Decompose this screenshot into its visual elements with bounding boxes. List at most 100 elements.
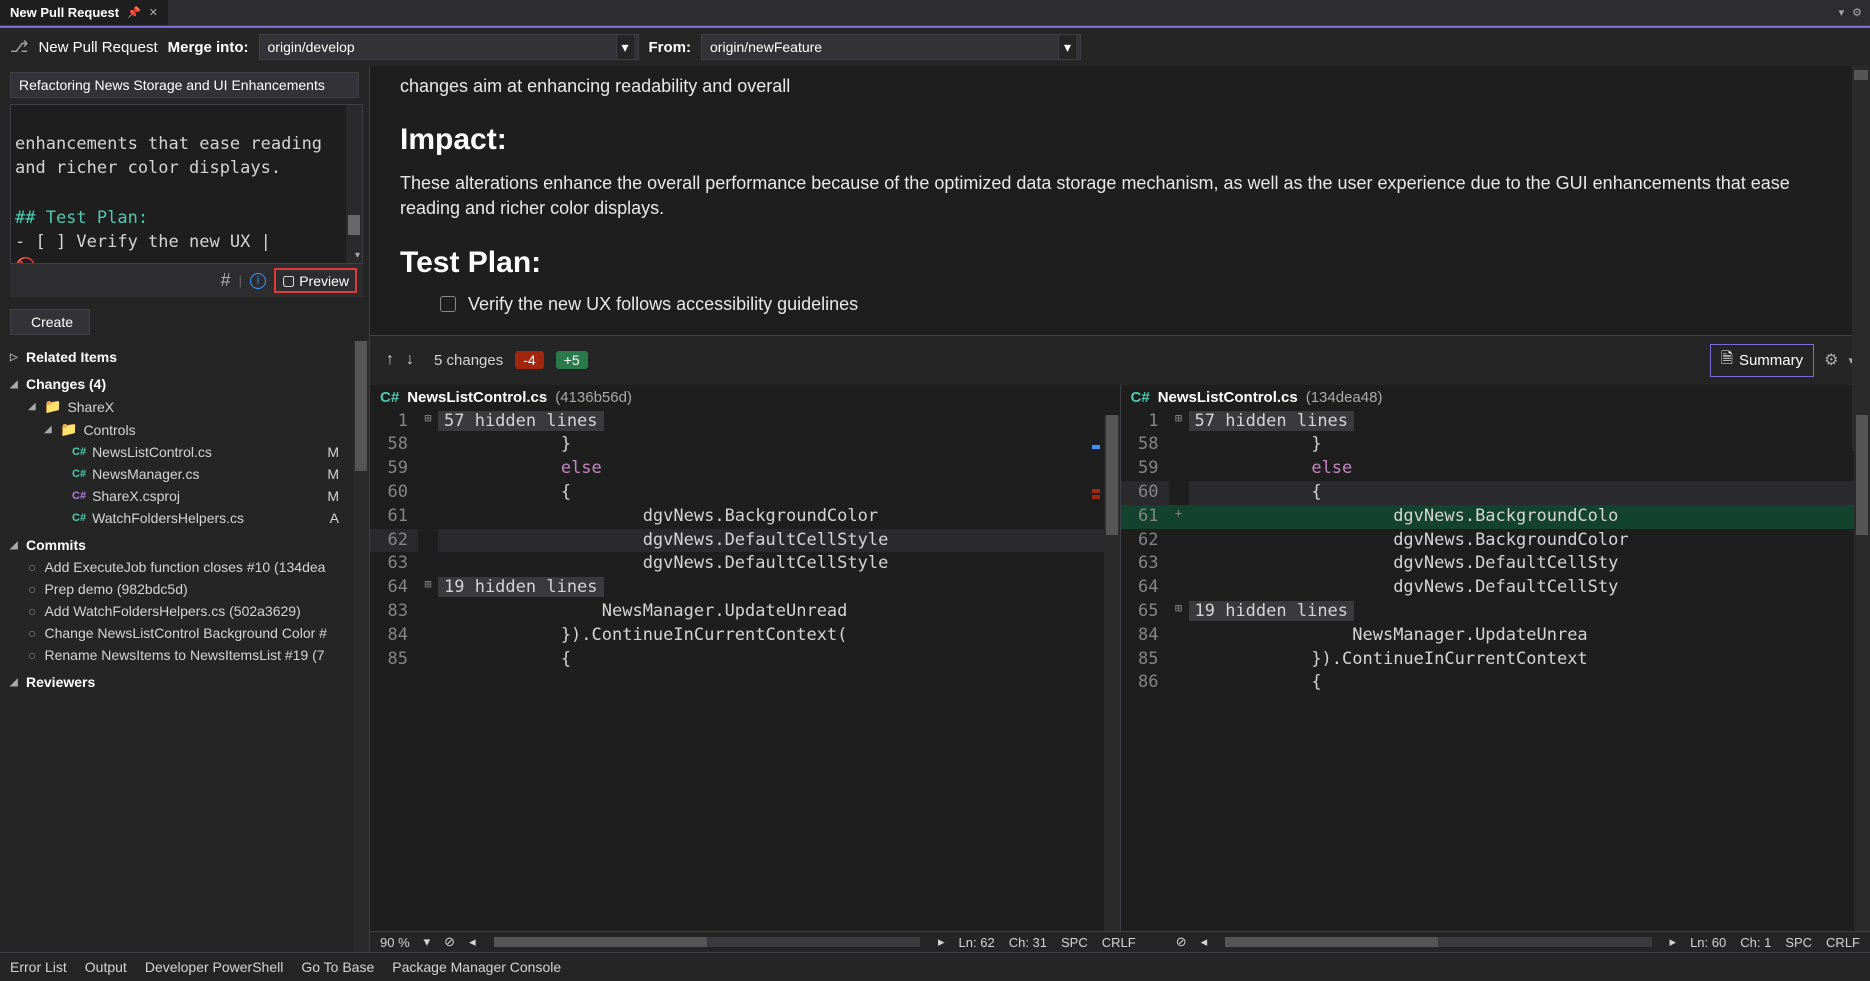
code-line[interactable]: 60 { xyxy=(370,481,1120,505)
code-line[interactable]: 84 NewsManager.UpdateUnrea xyxy=(1121,624,1870,648)
file-item[interactable]: C#NewsListControl.csM xyxy=(0,441,369,463)
code-line[interactable]: 83 NewsManager.UpdateUnread xyxy=(370,600,1120,624)
code-line[interactable]: 65⊞19 hidden lines xyxy=(1121,600,1870,624)
folder-icon: 📁 xyxy=(44,398,61,415)
diff-status-bar: 90 % ▾ ⊘ ◂▸ Ln: 62 Ch: 31 SPC CRLF ⊘ ◂▸ … xyxy=(370,931,1870,952)
tab-title: New Pull Request xyxy=(10,5,119,20)
pr-header: ⎇ New Pull Request Merge into: origin/de… xyxy=(0,28,1870,66)
pr-description-editor[interactable]: enhancements that ease reading and riche… xyxy=(10,104,363,264)
no-issues-icon[interactable]: ⊘ xyxy=(1176,934,1187,950)
code-line[interactable]: 63 dgvNews.DefaultCellSty xyxy=(1121,552,1870,576)
pin-icon[interactable]: 📌 xyxy=(127,6,141,19)
related-items-section[interactable]: ▷Related Items xyxy=(0,341,369,368)
diff-pane-right: C# NewsListControl.cs (134dea48) 1⊞57 hi… xyxy=(1121,385,1870,931)
diff-panes: C# NewsListControl.cs (4136b56d) 1⊞57 hi… xyxy=(370,385,1870,931)
h-scrollbar[interactable] xyxy=(1225,937,1651,947)
test-plan-heading: Test Plan: xyxy=(400,246,1840,280)
tool-tab[interactable]: Developer PowerShell xyxy=(145,959,284,975)
scrollbar[interactable] xyxy=(1854,415,1870,931)
csharp-icon: C# xyxy=(1131,389,1150,406)
commit-dot-icon: ○ xyxy=(28,581,36,597)
left-panel: enhancements that ease reading and riche… xyxy=(0,66,370,952)
commits-section[interactable]: ◢Commits xyxy=(0,529,369,556)
code-line[interactable]: 61 dgvNews.BackgroundColor xyxy=(370,505,1120,529)
code-line[interactable]: 85 }).ContinueInCurrentContext xyxy=(1121,648,1870,672)
file-item[interactable]: C#ShareX.csprojM xyxy=(0,485,369,507)
code-line[interactable]: 62 dgvNews.DefaultCellStyle xyxy=(370,529,1120,553)
scrollbar[interactable]: ▾ xyxy=(346,105,362,263)
from-label: From: xyxy=(649,39,692,56)
prev-change-button[interactable]: ↑ xyxy=(386,351,394,369)
code-line[interactable]: 86 { xyxy=(1121,671,1870,695)
checkbox[interactable] xyxy=(440,296,456,312)
commit-item[interactable]: ○Change NewsListControl Background Color… xyxy=(0,622,369,644)
tool-tab[interactable]: Output xyxy=(85,959,127,975)
file-item[interactable]: C#WatchFoldersHelpers.csA xyxy=(0,507,369,529)
commit-item[interactable]: ○Rename NewsItems to NewsItemsList #19 (… xyxy=(0,644,369,666)
side-tree: ▷Related Items ◢Changes (4) ◢📁ShareX ◢📁C… xyxy=(0,341,369,952)
pr-title-input[interactable] xyxy=(10,72,359,98)
next-change-button[interactable]: ↓ xyxy=(406,351,414,369)
document-icon: 🗎 xyxy=(1721,348,1733,373)
folder-controls[interactable]: ◢📁Controls xyxy=(0,418,369,441)
reviewers-section[interactable]: ◢Reviewers xyxy=(0,666,369,693)
deletions-badge: -4 xyxy=(515,351,543,369)
gear-icon[interactable]: ⚙ xyxy=(1852,6,1862,19)
merge-into-select[interactable]: origin/develop ▾ xyxy=(259,34,639,60)
from-select[interactable]: origin/newFeature ▾ xyxy=(701,34,1081,60)
tool-tab[interactable]: Error List xyxy=(10,959,67,975)
code-line[interactable]: 62 dgvNews.BackgroundColor xyxy=(1121,529,1870,553)
commit-item[interactable]: ○Add ExecuteJob function closes #10 (134… xyxy=(0,556,369,578)
chevron-down-icon[interactable]: ▾ xyxy=(616,35,634,59)
chevron-down-icon[interactable]: ▾ xyxy=(1839,6,1845,19)
close-icon[interactable]: ✕ xyxy=(149,6,158,19)
bottom-tool-tabs: Error List Output Developer PowerShell Go T… xyxy=(0,952,1870,981)
code-line[interactable]: 60 { xyxy=(1121,481,1870,505)
copilot-icon: 🚫 xyxy=(15,257,36,263)
changes-section[interactable]: ◢Changes (4) xyxy=(0,368,369,395)
h-scrollbar[interactable] xyxy=(494,937,920,947)
zoom-level[interactable]: 90 % xyxy=(380,935,410,950)
csharp-icon: C# xyxy=(72,446,86,458)
code-line[interactable]: 59 else xyxy=(1121,457,1870,481)
code-line[interactable]: 58 } xyxy=(370,433,1120,457)
code-line[interactable]: 61+ dgvNews.BackgroundColo xyxy=(1121,505,1870,529)
changes-count: 5 changes xyxy=(434,352,503,369)
code-line[interactable]: 59 else xyxy=(370,457,1120,481)
commit-dot-icon: ○ xyxy=(28,647,36,663)
markdown-preview: changes aim at enhancing readability and… xyxy=(370,66,1870,335)
impact-heading: Impact: xyxy=(400,123,1840,157)
right-panel: changes aim at enhancing readability and… xyxy=(370,66,1870,952)
scrollbar[interactable] xyxy=(353,341,369,952)
folder-sharex[interactable]: ◢📁ShareX xyxy=(0,395,369,418)
code-line[interactable]: 64⊞19 hidden lines xyxy=(370,576,1120,600)
commit-item[interactable]: ○Add WatchFoldersHelpers.cs (502a3629) xyxy=(0,600,369,622)
task-item: Verify the new UX follows accessibility … xyxy=(400,294,1840,315)
tool-tab[interactable]: Go To Base xyxy=(301,959,374,975)
summary-button[interactable]: 🗎 Summary xyxy=(1710,344,1814,377)
info-icon[interactable]: i xyxy=(250,273,266,289)
preview-button[interactable]: ▢ Preview xyxy=(274,268,357,293)
code-line[interactable]: 63 dgvNews.DefaultCellStyle xyxy=(370,552,1120,576)
tool-tab[interactable]: Package Manager Console xyxy=(392,959,561,975)
tab-new-pr[interactable]: New Pull Request 📌 ✕ xyxy=(0,0,168,25)
code-line[interactable]: 85 { xyxy=(370,648,1120,672)
chevron-down-icon[interactable]: ▾ xyxy=(1058,35,1076,59)
pr-icon: ⎇ xyxy=(10,37,28,57)
no-issues-icon[interactable]: ⊘ xyxy=(444,934,455,950)
file-item[interactable]: C#NewsManager.csM xyxy=(0,463,369,485)
code-line[interactable]: 58 } xyxy=(1121,433,1870,457)
scrollbar[interactable] xyxy=(1104,415,1120,931)
create-button[interactable]: Create xyxy=(10,309,90,335)
commit-item[interactable]: ○Prep demo (982bdc5d) xyxy=(0,578,369,600)
header-title: New Pull Request xyxy=(38,39,157,56)
code-line[interactable]: 1⊞57 hidden lines xyxy=(370,410,1120,434)
code-line[interactable]: 84 }).ContinueInCurrentContext( xyxy=(370,624,1120,648)
hash-icon[interactable]: # xyxy=(221,270,231,291)
gear-icon[interactable]: ⚙ xyxy=(1824,350,1838,370)
csharp-icon: C# xyxy=(72,468,86,480)
code-line[interactable]: 64 dgvNews.DefaultCellSty xyxy=(1121,576,1870,600)
additions-badge: +5 xyxy=(556,351,588,369)
diff-toolbar: ↑ ↓ 5 changes -4 +5 🗎 Summary ⚙ ▾ xyxy=(370,335,1870,385)
code-line[interactable]: 1⊞57 hidden lines xyxy=(1121,410,1870,434)
